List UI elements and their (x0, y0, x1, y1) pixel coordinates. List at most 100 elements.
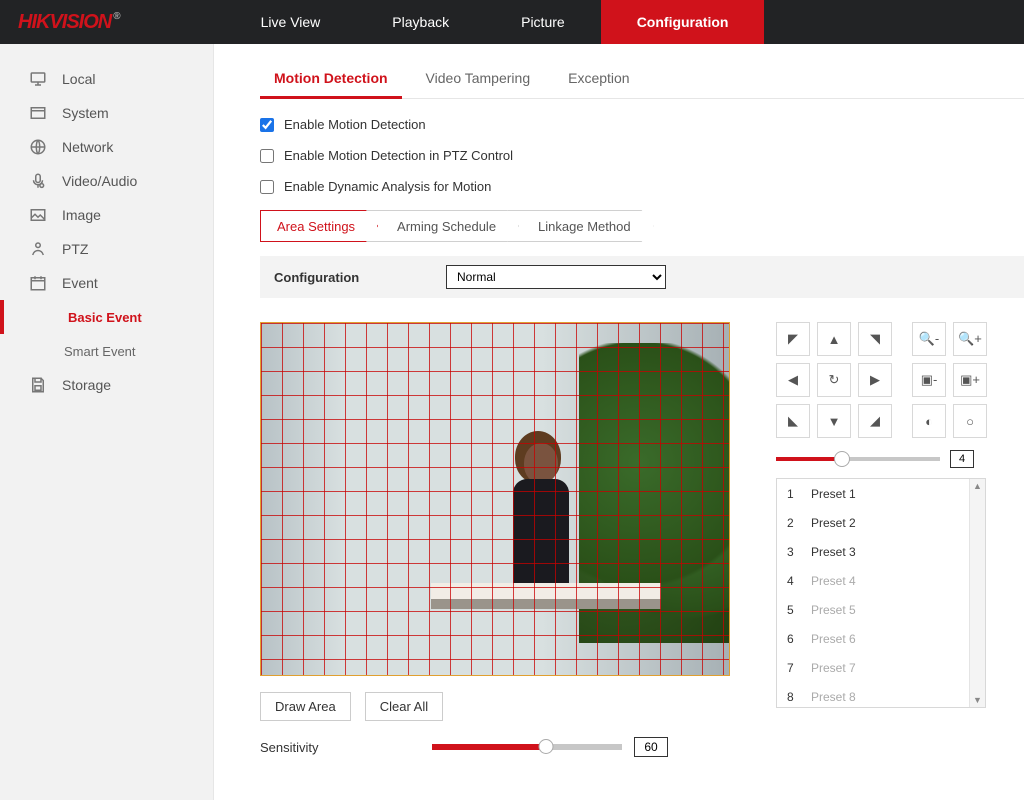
ptz-panel: ◤ ▲ ◥ ◀ ↻ ▶ ◣ ▼ ◢ 🔍- 🔍+ ▣- ▣+ ◐ ○ (776, 322, 986, 757)
sensitivity-label: Sensitivity (260, 740, 432, 755)
checkbox-enable-dynamic[interactable]: Enable Dynamic Analysis for Motion (260, 179, 1024, 194)
nav-configuration[interactable]: Configuration (601, 0, 765, 44)
preset-item[interactable]: 7Preset 7 (777, 653, 985, 682)
configuration-select[interactable]: Normal (446, 265, 666, 289)
ptz-direction-grid: ◤ ▲ ◥ ◀ ↻ ▶ ◣ ▼ ◢ (776, 322, 892, 438)
preset-number: 3 (787, 545, 811, 559)
save-icon (28, 375, 48, 395)
top-nav: HIKVISION ® Live View Playback Picture C… (0, 0, 1024, 44)
sidebar-label: Local (62, 71, 95, 87)
focus-near-button[interactable]: ▣- (912, 363, 946, 397)
options-group: Enable Motion Detection Enable Motion De… (260, 117, 1024, 194)
sidebar-item-ptz[interactable]: PTZ (0, 232, 213, 266)
sidebar-item-basic-event[interactable]: Basic Event (0, 300, 213, 334)
preset-number: 8 (787, 690, 811, 704)
iris-open-button[interactable]: ○ (953, 404, 987, 438)
ptz-up-right[interactable]: ◥ (858, 322, 892, 356)
preset-number: 6 (787, 632, 811, 646)
preset-item[interactable]: 5Preset 5 (777, 595, 985, 624)
ptz-speed-value: 4 (950, 450, 974, 468)
preset-item[interactable]: 2Preset 2 (777, 508, 985, 537)
checkbox-label: Enable Motion Detection (284, 117, 426, 132)
checkbox-enable-motion-ptz[interactable]: Enable Motion Detection in PTZ Control (260, 148, 1024, 163)
ptz-down-left[interactable]: ◣ (776, 404, 810, 438)
focus-far-button[interactable]: ▣+ (953, 363, 987, 397)
ptz-speed-knob[interactable] (834, 451, 850, 467)
image-icon (28, 205, 48, 225)
ptz-auto[interactable]: ↻ (817, 363, 851, 397)
sidebar-item-storage[interactable]: Storage (0, 368, 213, 402)
checkbox-enable-motion[interactable]: Enable Motion Detection (260, 117, 1024, 132)
configuration-row: Configuration Normal (260, 256, 1024, 298)
sensitivity-knob[interactable] (539, 739, 554, 754)
checkbox-input[interactable] (260, 149, 274, 163)
preset-number: 1 (787, 487, 811, 501)
iris-close-button[interactable]: ◐ (912, 404, 946, 438)
preset-item[interactable]: 1Preset 1 (777, 479, 985, 508)
step-arming-schedule[interactable]: Arming Schedule (366, 210, 519, 242)
preset-item[interactable]: 4Preset 4 (777, 566, 985, 595)
sensitivity-slider[interactable] (432, 744, 622, 750)
ptz-down-right[interactable]: ◢ (858, 404, 892, 438)
panel-collapse-handle[interactable]: ◀ (729, 477, 730, 525)
tab-motion-detection[interactable]: Motion Detection (260, 64, 402, 99)
ptz-right[interactable]: ▶ (858, 363, 892, 397)
nav-live-view[interactable]: Live View (225, 0, 357, 44)
step-area-settings[interactable]: Area Settings (260, 210, 378, 242)
clear-all-button[interactable]: Clear All (365, 692, 443, 721)
step-linkage-method[interactable]: Linkage Method (507, 210, 654, 242)
nav-playback[interactable]: Playback (356, 0, 485, 44)
focus-far-icon: ▣+ (960, 372, 980, 388)
preset-label: Preset 2 (811, 516, 856, 530)
scroll-up-icon[interactable]: ▲ (970, 479, 985, 493)
sidebar: Local System Network Video/Audio Image P… (0, 44, 214, 800)
preset-item[interactable]: 3Preset 3 (777, 537, 985, 566)
checkbox-label: Enable Dynamic Analysis for Motion (284, 179, 491, 194)
sidebar-item-local[interactable]: Local (0, 62, 213, 96)
sidebar-item-smart-event[interactable]: Smart Event (0, 334, 213, 368)
mic-icon (28, 171, 48, 191)
sidebar-label: System (62, 105, 109, 121)
zoom-out-button[interactable]: 🔍- (912, 322, 946, 356)
ptz-down[interactable]: ▼ (817, 404, 851, 438)
preset-scrollbar[interactable]: ▲ ▼ (969, 479, 985, 707)
preset-item[interactable]: 8Preset 8 (777, 682, 985, 708)
checkbox-label: Enable Motion Detection in PTZ Control (284, 148, 513, 163)
preset-number: 7 (787, 661, 811, 675)
sidebar-label: Event (62, 275, 98, 291)
preset-item[interactable]: 6Preset 6 (777, 624, 985, 653)
scroll-down-icon[interactable]: ▼ (970, 693, 985, 707)
preset-label: Preset 7 (811, 661, 856, 675)
brand-registered: ® (113, 11, 120, 22)
sidebar-item-image[interactable]: Image (0, 198, 213, 232)
brand-logo: HIKVISION ® (0, 0, 145, 44)
tab-video-tampering[interactable]: Video Tampering (412, 64, 545, 98)
sidebar-item-event[interactable]: Event (0, 266, 213, 300)
ptz-up[interactable]: ▲ (817, 322, 851, 356)
zoom-in-button[interactable]: 🔍+ (953, 322, 987, 356)
sidebar-label: Network (62, 139, 113, 155)
main-panel: Motion Detection Video Tampering Excepti… (214, 44, 1024, 800)
sidebar-label: Image (62, 207, 101, 223)
checkbox-input[interactable] (260, 118, 274, 132)
checkbox-input[interactable] (260, 180, 274, 194)
tab-exception[interactable]: Exception (554, 64, 643, 98)
configuration-label: Configuration (274, 270, 446, 285)
preset-label: Preset 5 (811, 603, 856, 617)
nav-picture[interactable]: Picture (485, 0, 601, 44)
sidebar-item-video-audio[interactable]: Video/Audio (0, 164, 213, 198)
draw-area-button[interactable]: Draw Area (260, 692, 351, 721)
preset-number: 5 (787, 603, 811, 617)
video-preview[interactable]: ◀ (260, 322, 730, 676)
brand-name: HIKVISION (18, 11, 111, 34)
step-bar: Area Settings Arming Schedule Linkage Me… (260, 210, 1024, 242)
preset-list: 1Preset 12Preset 23Preset 34Preset 45Pre… (776, 478, 986, 708)
iris-close-icon: ◐ (925, 414, 933, 429)
sidebar-item-system[interactable]: System (0, 96, 213, 130)
sidebar-label: Storage (62, 377, 111, 393)
sidebar-item-network[interactable]: Network (0, 130, 213, 164)
focus-near-icon: ▣- (921, 372, 938, 388)
ptz-left[interactable]: ◀ (776, 363, 810, 397)
ptz-up-left[interactable]: ◤ (776, 322, 810, 356)
ptz-speed-slider[interactable] (776, 457, 940, 461)
